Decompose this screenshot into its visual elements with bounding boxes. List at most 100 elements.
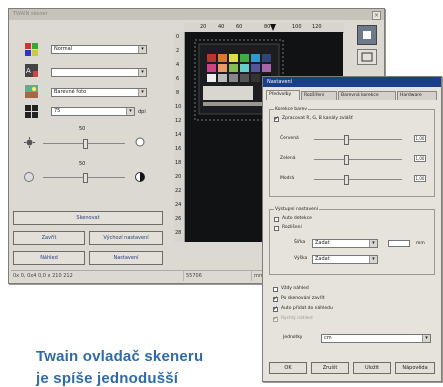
ruler-top-tick: 20 [200, 24, 207, 30]
caption-line-2: je spíše jednodušší [36, 370, 179, 387]
chevron-down-icon: ▾ [422, 335, 430, 342]
brightness-value: 50 [79, 126, 86, 132]
ruler-side-tick: 26 [175, 216, 182, 222]
chevron-down-icon: ▾ [138, 46, 146, 53]
ruler-side-tick: 12 [175, 118, 182, 124]
resolution-select[interactable]: 75 ▾ [51, 107, 135, 116]
width-select[interactable]: Zadat ▾ [312, 239, 378, 248]
ruler-side-tick: 0 [176, 34, 180, 40]
contrast-value: 50 [79, 161, 86, 167]
units-label: Jednotky [283, 335, 303, 340]
mode-select[interactable]: Barevné foto ▾ [51, 88, 147, 97]
resolution-select-value: 75 [54, 108, 61, 114]
red-channel-slider-thumb[interactable] [344, 135, 349, 145]
width-label: Šířka [294, 240, 306, 245]
contrast-high-icon [134, 171, 146, 185]
chevron-down-icon: ▾ [138, 69, 146, 76]
dialog-save-button[interactable]: Uložit [353, 362, 391, 374]
brightness-low-icon [24, 137, 35, 150]
units-select[interactable]: cm ▾ [321, 334, 431, 343]
quick-preview-checkbox[interactable] [273, 315, 278, 322]
auto-add-preview-checkbox[interactable] [273, 305, 278, 312]
ruler-side-tick: 14 [175, 132, 182, 138]
ruler-side-tick: 20 [175, 174, 182, 180]
resolution-icon [25, 105, 38, 118]
blue-channel-slider[interactable] [314, 175, 402, 185]
resolution-checkbox[interactable] [274, 226, 279, 231]
ruler-side-tick: 18 [175, 160, 182, 166]
red-channel-slider[interactable] [314, 135, 402, 145]
separate-channels-checkbox[interactable] [274, 115, 279, 122]
green-channel-slider[interactable] [314, 155, 402, 165]
ruler-side-tick: 28 [175, 230, 182, 236]
blue-channel-slider-thumb[interactable] [344, 175, 349, 185]
color-correction-group: Korekce barev Zpracovat R, G, B kanály z… [269, 106, 435, 197]
auto-detect-label: Auto detekce [282, 216, 312, 221]
fit-tool-button[interactable] [357, 49, 377, 65]
blue-channel-value[interactable]: 1,00 [414, 175, 426, 182]
always-preview-label: Vždy náhled [281, 286, 309, 291]
ok-button[interactable]: OK [269, 362, 307, 374]
tab-barevna-korekce[interactable]: Barevná korekce [338, 91, 396, 100]
always-preview-checkbox[interactable] [273, 287, 278, 292]
brightness-slider[interactable] [43, 139, 125, 149]
color-select[interactable]: ▾ [51, 68, 147, 77]
close-after-scan-checkbox[interactable] [273, 295, 278, 302]
mode-select-value: Barevné foto [54, 89, 87, 95]
blue-channel-label: Modrá [280, 176, 295, 181]
default-settings-button[interactable]: Výchozí nastavení [89, 231, 163, 245]
preview-button[interactable]: Náhled [13, 251, 85, 265]
tab-rozsireni[interactable]: Rozšíření [301, 91, 337, 100]
separate-channels-label: Zpracovat R, G, B kanály zvlášť [282, 116, 353, 121]
ruler-side-tick: 24 [175, 202, 182, 208]
output-settings-group-title: Výstupní nastavení [274, 206, 319, 213]
units-select-value: cm [324, 335, 332, 341]
green-channel-value[interactable]: 1,00 [414, 155, 426, 162]
settings-tabs: Předvolby Rozšíření Barevná korekce Hard… [266, 90, 438, 101]
height-label: Výška [294, 256, 308, 261]
contrast-low-icon [23, 171, 35, 185]
ruler-side-tick: 10 [175, 104, 182, 110]
ruler-top-tick: 60 [236, 24, 243, 30]
color-correction-group-title: Korekce barev [274, 106, 309, 113]
close-icon[interactable]: × [372, 11, 381, 20]
width-value-field[interactable] [388, 240, 410, 247]
fit-icon [361, 52, 373, 62]
close-button[interactable]: Zavřít [13, 231, 85, 245]
chevron-down-icon: ▾ [369, 256, 377, 263]
vertical-ruler: 0 2 4 6 8 10 12 14 16 18 20 22 24 26 28 [174, 32, 185, 242]
settings-dialog-titlebar: Nastavení [263, 77, 441, 87]
image-type-icon [25, 85, 38, 98]
profile-select[interactable]: Normal ▾ [51, 45, 147, 54]
contrast-slider[interactable] [43, 173, 125, 183]
auto-detect-checkbox[interactable] [274, 217, 279, 222]
scan-button[interactable]: Skenovat [13, 211, 163, 225]
zoom-tool-button[interactable] [357, 25, 377, 45]
close-after-scan-label: Po skenování zavřít [281, 296, 325, 301]
ruler-side-tick: 4 [176, 62, 180, 68]
width-unit-label: mm [416, 241, 425, 246]
status-coordinates: 0x 0, 0x4 0,0 x 210 212 [13, 273, 73, 279]
contrast-slider-thumb[interactable] [83, 173, 88, 183]
settings-dialog-title: Nastavení [267, 79, 293, 85]
scan-source-icon: A [25, 64, 38, 77]
chevron-down-icon: ▾ [138, 89, 146, 96]
tab-predvolby[interactable]: Předvolby [266, 90, 300, 100]
brightness-slider-thumb[interactable] [83, 139, 88, 149]
dialog-help-button[interactable]: Nápověda [395, 362, 435, 374]
settings-button[interactable]: Nastavení [89, 251, 163, 265]
green-channel-slider-thumb[interactable] [344, 155, 349, 165]
quick-preview-label: Rychlý náhled [281, 316, 313, 321]
green-channel-label: Zelená [280, 156, 296, 161]
ruler-side-tick: 22 [175, 188, 182, 194]
chevron-down-icon: ▾ [369, 240, 377, 247]
auto-add-preview-label: Auto přidat do náhledu [281, 306, 333, 311]
red-channel-value[interactable]: 1,00 [414, 135, 426, 142]
height-select[interactable]: Zadat ▾ [312, 255, 378, 264]
ruler-top-tick: 40 [218, 24, 225, 30]
dialog-cancel-button[interactable]: Zrušit [311, 362, 349, 374]
main-window-titlebar: TWAIN skener [9, 9, 384, 20]
height-select-value: Zadat [315, 256, 330, 262]
settings-dialog: Nastavení Předvolby Rozšíření Barevná ko… [262, 76, 442, 382]
tab-hardware[interactable]: Hardware [397, 91, 437, 100]
